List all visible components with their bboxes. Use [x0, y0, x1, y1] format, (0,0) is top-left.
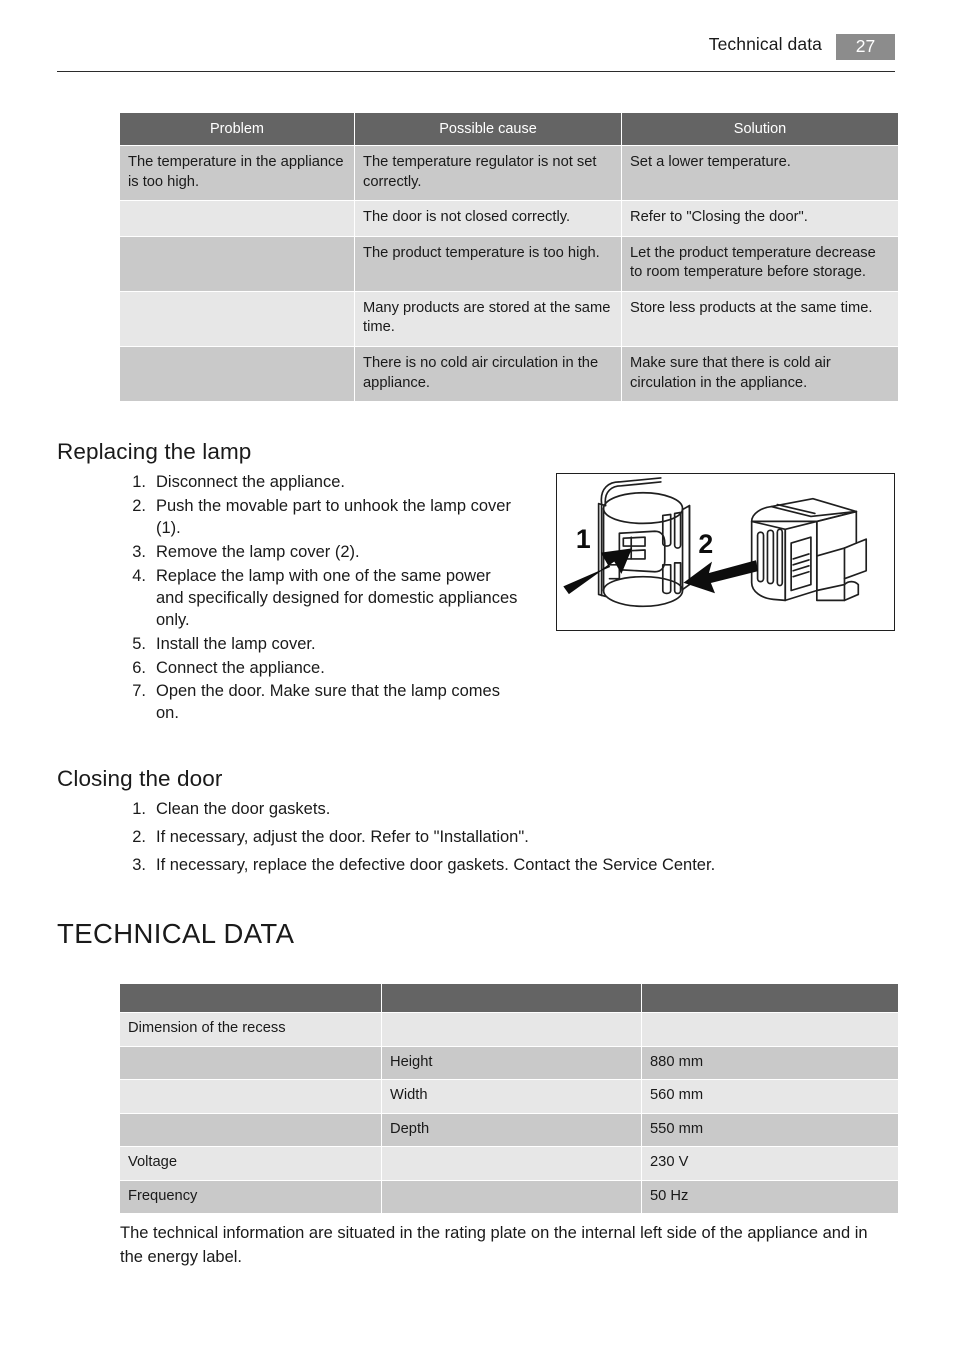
figure-label-2: 2 [698, 529, 713, 559]
step-text: Disconnect the appliance. [156, 473, 345, 491]
step-text: Replace the lamp with one of the same po… [156, 566, 518, 629]
list-item: 6. Connect the appliance. [122, 658, 522, 680]
cell-problem [120, 236, 354, 291]
cell-sub [382, 1180, 641, 1214]
step-number: 1. [132, 800, 146, 818]
step-text: Push the movable part to unhook the lamp… [156, 496, 511, 537]
table-row: Dimension of the recess [120, 1013, 898, 1046]
step-number: 2. [132, 496, 146, 515]
table-row: Frequency 50 Hz [120, 1180, 898, 1214]
cell-sub [382, 1147, 641, 1180]
step-number: 3. [132, 542, 146, 561]
cell-solution: Let the product temperature decrease to … [622, 236, 898, 291]
table-header-row [120, 984, 898, 1012]
step-text: Clean the door gaskets. [156, 800, 331, 818]
table-row: The temperature in the appliance is too … [120, 146, 898, 201]
cell-label: Dimension of the recess [120, 1013, 381, 1046]
column-header-possible-cause: Possible cause [355, 113, 621, 146]
table-row: There is no cold air circulation in the … [120, 346, 898, 402]
cell-sub: Depth [382, 1113, 641, 1147]
cell-solution: Store less products at the same time. [622, 291, 898, 346]
table-row: Height 880 mm [120, 1046, 898, 1080]
step-text: If necessary, replace the defective door… [156, 855, 716, 874]
column-header-blank-3 [642, 984, 898, 1012]
cell-label [120, 1113, 381, 1147]
column-header-blank-1 [120, 984, 381, 1012]
step-number: 5. [132, 634, 146, 653]
step-number: 7. [132, 682, 146, 701]
table-row: Voltage 230 V [120, 1147, 898, 1180]
section-heading-replacing-the-lamp: Replacing the lamp [57, 439, 252, 464]
page-title-technical-data: TECHNICAL DATA [57, 918, 295, 949]
cell-value: 550 mm [642, 1113, 898, 1147]
cell-value: 880 mm [642, 1046, 898, 1080]
table-header-row: Problem Possible cause Solution [120, 113, 898, 146]
list-item: 5. Install the lamp cover. [122, 634, 522, 656]
cell-cause: The product temperature is too high. [355, 236, 621, 291]
cell-label: Frequency [120, 1180, 381, 1214]
step-text: Open the door. Make sure that the lamp c… [156, 682, 500, 723]
cell-label [120, 1080, 381, 1113]
closing-door-step-list: 1. Clean the door gaskets. 2. If necessa… [122, 799, 882, 883]
troubleshooting-table: Problem Possible cause Solution The temp… [119, 112, 899, 403]
column-header-solution: Solution [622, 113, 898, 146]
column-header-blank-2 [382, 984, 641, 1012]
step-text: Install the lamp cover. [156, 634, 316, 653]
cell-cause: Many products are stored at the same tim… [355, 291, 621, 346]
cell-value: 50 Hz [642, 1180, 898, 1214]
cell-sub [382, 1013, 641, 1046]
cell-cause: The temperature regulator is not set cor… [355, 146, 621, 201]
lamp-cover-illustration: 1 2 [556, 473, 895, 631]
page-header: Technical data 27 [57, 34, 895, 72]
column-header-problem: Problem [120, 113, 354, 146]
cell-sub: Height [382, 1046, 641, 1080]
list-item: 3. If necessary, replace the defective d… [122, 855, 882, 877]
table-row: The product temperature is too high. Let… [120, 236, 898, 291]
list-item: 2. Push the movable part to unhook the l… [122, 496, 522, 540]
cell-problem [120, 291, 354, 346]
cell-solution: Refer to "Closing the door". [622, 201, 898, 236]
cell-solution: Make sure that there is cold air circula… [622, 346, 898, 402]
step-number: 4. [132, 566, 146, 585]
step-text: Remove the lamp cover (2). [156, 542, 360, 561]
cell-problem [120, 201, 354, 236]
cell-cause: There is no cold air circulation in the … [355, 346, 621, 402]
figure-label-1: 1 [576, 524, 591, 554]
technical-data-table: Dimension of the recess Height 880 mm Wi… [119, 983, 899, 1215]
table-row: Many products are stored at the same tim… [120, 291, 898, 346]
table-row: Depth 550 mm [120, 1113, 898, 1147]
list-item: 1. Disconnect the appliance. [122, 472, 522, 494]
page-header-title: Technical data [708, 34, 822, 54]
table-row: Width 560 mm [120, 1080, 898, 1113]
arrow-1-glyph [563, 548, 632, 595]
technical-data-note: The technical information are situated i… [120, 1224, 868, 1266]
list-item: 4. Replace the lamp with one of the same… [122, 566, 522, 632]
cell-problem: The temperature in the appliance is too … [120, 146, 354, 201]
step-number: 2. [132, 827, 146, 846]
step-number: 1. [132, 473, 146, 491]
section-heading-closing-the-door: Closing the door [57, 766, 223, 791]
list-item: 7. Open the door. Make sure that the lam… [122, 681, 522, 725]
list-item: 1. Clean the door gaskets. [122, 799, 882, 821]
list-item: 2. If necessary, adjust the door. Refer … [122, 827, 882, 849]
step-text: If necessary, adjust the door. Refer to … [156, 827, 529, 846]
cell-solution: Set a lower temperature. [622, 146, 898, 201]
step-text: Connect the appliance. [156, 658, 325, 677]
arrow-2-glyph [683, 560, 759, 594]
cell-value: 560 mm [642, 1080, 898, 1113]
cell-label [120, 1046, 381, 1080]
cell-cause: The door is not closed correctly. [355, 201, 621, 236]
cell-value: 230 V [642, 1147, 898, 1180]
cell-sub: Width [382, 1080, 641, 1113]
list-item: 3. Remove the lamp cover (2). [122, 542, 522, 564]
cell-label: Voltage [120, 1147, 381, 1180]
replacing-lamp-step-list: 1. Disconnect the appliance. 2. Push the… [122, 472, 522, 727]
step-number: 6. [132, 658, 146, 677]
page-number-badge: 27 [836, 34, 895, 60]
cell-problem [120, 346, 354, 402]
step-number: 3. [132, 855, 146, 874]
cell-value [642, 1013, 898, 1046]
table-row: The door is not closed correctly. Refer … [120, 201, 898, 236]
